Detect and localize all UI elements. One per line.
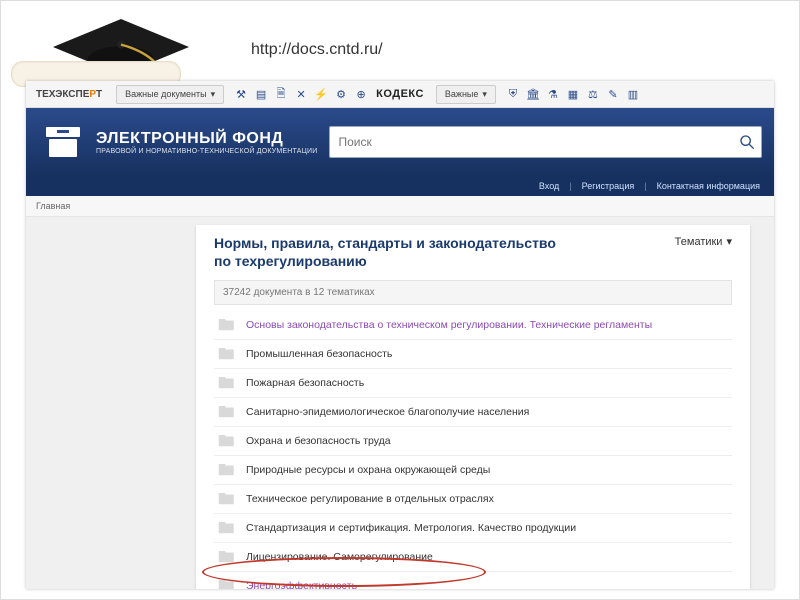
wrench-icon[interactable]: ✕ — [294, 87, 308, 101]
topic-row[interactable]: Промышленная безопасность — [214, 340, 732, 369]
brand-suffix: Т — [96, 89, 102, 100]
important-docs-button[interactable]: Важные документы ▾ — [116, 85, 224, 104]
book-icon[interactable]: ▤ — [254, 87, 268, 101]
folder-icon — [218, 376, 236, 390]
separator: | — [569, 181, 571, 191]
folder-icon — [218, 434, 236, 448]
folder-icon — [218, 347, 236, 361]
folder-icon — [218, 521, 236, 535]
panel-title: Нормы, правила, стандарты и законодатель… — [214, 235, 574, 270]
folder-icon — [218, 579, 236, 589]
topics-panel: Нормы, правила, стандарты и законодатель… — [196, 225, 750, 589]
bolt-icon[interactable]: ⚡ — [314, 87, 328, 101]
topic-label: Техническое регулирование в отдельных от… — [246, 493, 494, 505]
topic-label: Энергоэффективность — [246, 580, 357, 589]
page-icon[interactable]: ▥ — [626, 87, 640, 101]
topic-row[interactable]: Охрана и безопасность труда — [214, 427, 732, 456]
topic-label: Лицензирование. Саморегулирование — [246, 551, 433, 563]
content-body: Нормы, правила, стандарты и законодатель… — [26, 217, 774, 589]
brand-prefix: ТЕХЭКСПЕ — [36, 89, 89, 100]
folder-icon — [218, 463, 236, 477]
site-banner: ЭЛЕКТРОННЫЙ ФОНД ПРАВОВОЙ И НОРМАТИВНО-Т… — [26, 108, 774, 176]
chevron-down-icon: ▾ — [726, 235, 732, 248]
chevron-down-icon: ▾ — [211, 89, 216, 100]
topic-label: Санитарно-эпидемиологическое благополучи… — [246, 406, 529, 418]
folder-icon — [218, 492, 236, 506]
scale-icon[interactable]: ⚖ — [586, 87, 600, 101]
contact-link[interactable]: Контактная информация — [657, 181, 760, 191]
toolbar-icons-left: ⚒ ▤ 🗎 ✕ ⚡ ⚙ ⊕ — [234, 87, 368, 101]
topic-row[interactable]: Техническое регулирование в отдельных от… — [214, 485, 732, 514]
login-link[interactable]: Вход — [539, 181, 559, 191]
banner-title: ЭЛЕКТРОННЫЙ ФОНД — [96, 130, 317, 148]
search-box[interactable] — [329, 126, 762, 158]
auth-bar: Вход | Регистрация | Контактная информац… — [26, 176, 774, 196]
topic-row[interactable]: Энергоэффективность — [214, 572, 732, 589]
topic-label: Пожарная безопасность — [246, 377, 364, 389]
topic-row[interactable]: Стандартизация и сертификация. Метрологи… — [214, 514, 732, 543]
important-button[interactable]: Важные ▾ — [436, 85, 496, 104]
top-toolbar: ТЕХЭКСПЕРТ Важные документы ▾ ⚒ ▤ 🗎 ✕ ⚡ … — [26, 81, 774, 108]
doc-icon[interactable]: 🗎 — [274, 87, 288, 101]
topic-row[interactable]: Природные ресурсы и охрана окружающей ср… — [214, 456, 732, 485]
globe-icon[interactable]: ⊕ — [354, 87, 368, 101]
search-input[interactable] — [330, 135, 733, 149]
topic-label: Промышленная безопасность — [246, 348, 392, 360]
topic-row[interactable]: Санитарно-эпидемиологическое благополучи… — [214, 398, 732, 427]
topics-list: Основы законодательства о техническом ре… — [214, 311, 732, 589]
topics-dropdown[interactable]: Тематики ▾ — [675, 235, 732, 248]
folder-icon — [218, 318, 236, 332]
separator: | — [644, 181, 646, 191]
register-link[interactable]: Регистрация — [582, 181, 635, 191]
chart-icon[interactable]: ▦ — [566, 87, 580, 101]
toolbar-icons-right: ⛨ 🏛 ⚗ ▦ ⚖ ✎ ▥ — [506, 87, 640, 101]
gear-icon[interactable]: ⚙ — [334, 87, 348, 101]
breadcrumb[interactable]: Главная — [26, 196, 774, 217]
building-icon[interactable]: 🏛 — [526, 87, 540, 101]
topic-label: Охрана и безопасность труда — [246, 435, 391, 447]
important-docs-label: Важные документы — [125, 89, 206, 99]
topic-label: Основы законодательства о техническом ре… — [246, 319, 652, 331]
topics-dropdown-label: Тематики — [675, 236, 723, 248]
brand-text: ТЕХЭКСПЕРТ — [26, 89, 112, 100]
banner-subtitle: ПРАВОВОЙ И НОРМАТИВНО-ТЕХНИЧЕСКОЙ ДОКУМЕ… — [96, 148, 317, 155]
tool-icon[interactable]: ⚒ — [234, 87, 248, 101]
url-caption: http://docs.cntd.ru/ — [251, 41, 383, 59]
shield-icon[interactable]: ⛨ — [506, 87, 520, 101]
pencil-icon[interactable]: ✎ — [606, 87, 620, 101]
browser-window: ТЕХЭКСПЕРТ Важные документы ▾ ⚒ ▤ 🗎 ✕ ⚡ … — [26, 81, 774, 589]
flask-icon[interactable]: ⚗ — [546, 87, 560, 101]
topic-row[interactable]: Пожарная безопасность — [214, 369, 732, 398]
topic-row[interactable]: Лицензирование. Саморегулирование — [214, 543, 732, 572]
topic-row[interactable]: Основы законодательства о техническом ре… — [214, 311, 732, 340]
doc-count: 37242 документа в 12 тематиках — [214, 280, 732, 305]
topic-label: Природные ресурсы и охрана окружающей ср… — [246, 464, 490, 476]
chevron-down-icon: ▾ — [482, 89, 487, 100]
kodeks-brand: КОДЕКС — [376, 88, 424, 100]
topic-label: Стандартизация и сертификация. Метрологи… — [246, 522, 576, 534]
search-icon[interactable] — [733, 134, 761, 150]
folder-icon — [218, 550, 236, 564]
archive-logo-icon — [40, 122, 86, 162]
important-label: Важные — [445, 89, 478, 99]
folder-icon — [218, 405, 236, 419]
